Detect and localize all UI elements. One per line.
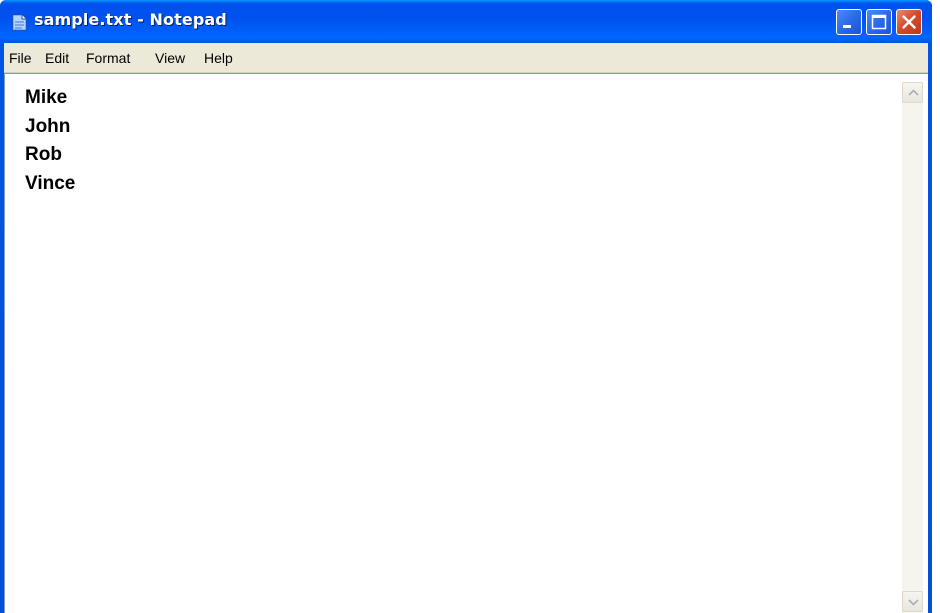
maximize-icon	[871, 14, 887, 30]
title-bar[interactable]: sample.txt - Notepad	[0, 0, 932, 43]
text-line: Rob	[25, 144, 62, 165]
client-area: Mike John Rob Vince	[4, 73, 928, 613]
close-button[interactable]	[896, 9, 922, 35]
scroll-up-button[interactable]	[902, 82, 923, 103]
close-icon	[902, 15, 916, 29]
notepad-icon[interactable]	[11, 14, 27, 31]
notepad-window: sample.txt - Notepad File Edit Format Vi…	[0, 0, 932, 613]
text-line: Vince	[25, 173, 76, 194]
menu-view[interactable]: View	[155, 50, 185, 66]
text-editor[interactable]: Mike John Rob Vince	[5, 74, 901, 613]
menu-file[interactable]: File	[9, 50, 32, 66]
scroll-down-button[interactable]	[902, 591, 923, 612]
scroll-down-arrow-icon	[908, 599, 919, 606]
maximize-button[interactable]	[866, 9, 892, 35]
menu-bar: File Edit Format View Help	[4, 43, 928, 73]
menu-format[interactable]: Format	[86, 50, 130, 66]
window-title: sample.txt - Notepad	[34, 10, 227, 29]
menu-edit[interactable]: Edit	[45, 50, 69, 66]
vertical-scrollbar[interactable]	[902, 82, 923, 613]
text-line: John	[25, 116, 71, 137]
scroll-up-arrow-icon	[908, 89, 919, 96]
text-line: Mike	[25, 87, 68, 108]
minimize-icon	[843, 25, 851, 28]
menu-help[interactable]: Help	[204, 50, 233, 66]
minimize-button[interactable]	[836, 9, 862, 35]
